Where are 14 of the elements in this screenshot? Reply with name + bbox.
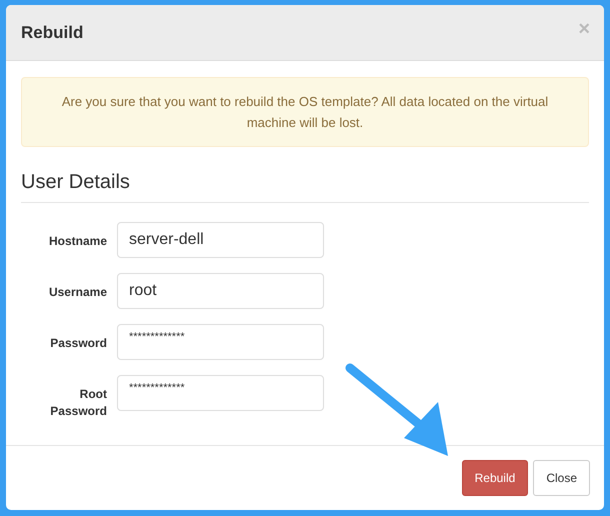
input-field[interactable]: server-dell [117,222,324,258]
rebuild-button[interactable]: Rebuild [462,460,528,496]
field-label: Root Password [49,386,107,420]
input-field[interactable]: root [117,273,324,309]
input-field[interactable]: ************* [117,375,324,411]
dialog-title: Rebuild [21,22,84,42]
field-label: Password [49,335,107,352]
input-field[interactable]: ************* [117,324,324,360]
warning-text: Are you sure that you want to rebuild the OS template? All data located on the virtual machine will be lost. [62,94,548,130]
section-title: User Details [21,171,589,203]
field-label: Username [48,284,107,301]
close-button[interactable]: Close [533,460,590,496]
arrow-icon [346,364,448,456]
field-label: Hostname [48,233,107,250]
